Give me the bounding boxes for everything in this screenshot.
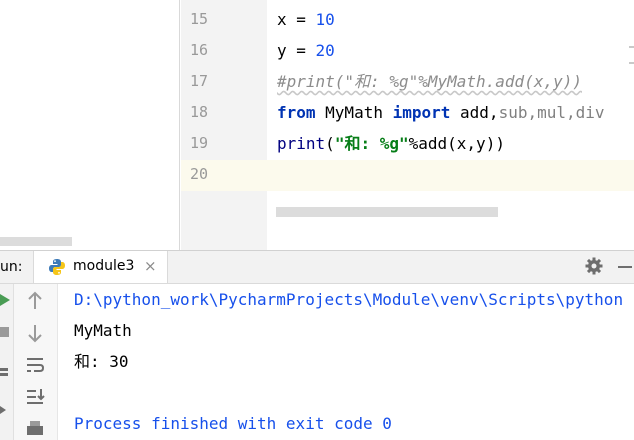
- down-arrow-icon[interactable]: [22, 322, 48, 344]
- code-token: "和: %g": [334, 134, 409, 153]
- console-line: 和: 30: [74, 352, 129, 371]
- line-number: 19: [189, 134, 208, 152]
- code-token: #print("和: %g"%MyMath.add(x,y)): [277, 72, 582, 91]
- tab-label: module3: [73, 258, 135, 274]
- console-line[interactable]: D:\python_work\PycharmProjects\Module\ve…: [74, 284, 623, 315]
- run-tab-module3[interactable]: module3 ×: [33, 251, 168, 283]
- console-line: MyMath: [74, 321, 132, 340]
- run-window-label: un:: [0, 259, 23, 275]
- code-token: print: [277, 134, 326, 153]
- stripe-mark[interactable]: [629, 46, 634, 48]
- code-line[interactable]: from MyMath import add,sub,mul,div: [277, 97, 605, 128]
- stripe-mark[interactable]: [629, 62, 634, 64]
- scroll-to-end-icon[interactable]: [22, 386, 48, 408]
- code-token: MyMath: [315, 103, 393, 122]
- code-token: add,: [450, 103, 499, 122]
- code-token: %add(x,y)): [408, 134, 505, 153]
- editor-horizontal-scrollbar[interactable]: [276, 207, 498, 217]
- up-arrow-icon[interactable]: [22, 290, 48, 312]
- line-number: 15: [189, 10, 208, 28]
- minimize-icon[interactable]: [618, 266, 632, 268]
- code-token: y =: [277, 41, 316, 60]
- layout-icon[interactable]: [0, 366, 10, 378]
- run-side-toolbar: [0, 284, 14, 440]
- code-token: 10: [315, 10, 335, 29]
- code-token: from: [277, 103, 316, 122]
- code-line[interactable]: x = 10: [277, 4, 335, 35]
- soft-wrap-icon[interactable]: [22, 354, 48, 376]
- run-icon[interactable]: [0, 294, 10, 306]
- line-number: 17: [189, 72, 208, 90]
- code-line[interactable]: #print("和: %g"%MyMath.add(x,y)): [277, 66, 582, 97]
- code-token: x =: [277, 10, 316, 29]
- run-tool-window-header: un: module3 ×: [0, 251, 634, 284]
- close-icon[interactable]: ×: [144, 257, 157, 275]
- gear-icon[interactable]: [584, 256, 604, 276]
- line-number: 18: [189, 103, 208, 121]
- line-number: 20: [189, 165, 208, 183]
- stop-icon[interactable]: [0, 326, 10, 338]
- line-number: 16: [189, 41, 208, 59]
- current-line-highlight: [181, 160, 634, 191]
- project-pane-scrollbar[interactable]: [0, 237, 72, 246]
- code-line[interactable]: print("和: %g"%add(x,y)): [277, 128, 505, 159]
- code-token: 20: [315, 41, 335, 60]
- code-token: import: [392, 103, 451, 122]
- python-icon: [49, 259, 65, 275]
- code-token: sub,mul,div: [498, 103, 605, 122]
- pin-icon[interactable]: [0, 404, 10, 416]
- error-stripe[interactable]: [628, 40, 634, 68]
- project-pane: [0, 0, 180, 250]
- console-line: Process finished with exit code 0: [74, 414, 392, 433]
- code-line[interactable]: y = 20: [277, 35, 335, 66]
- code-token: (: [325, 134, 335, 153]
- print-icon[interactable]: [22, 418, 48, 440]
